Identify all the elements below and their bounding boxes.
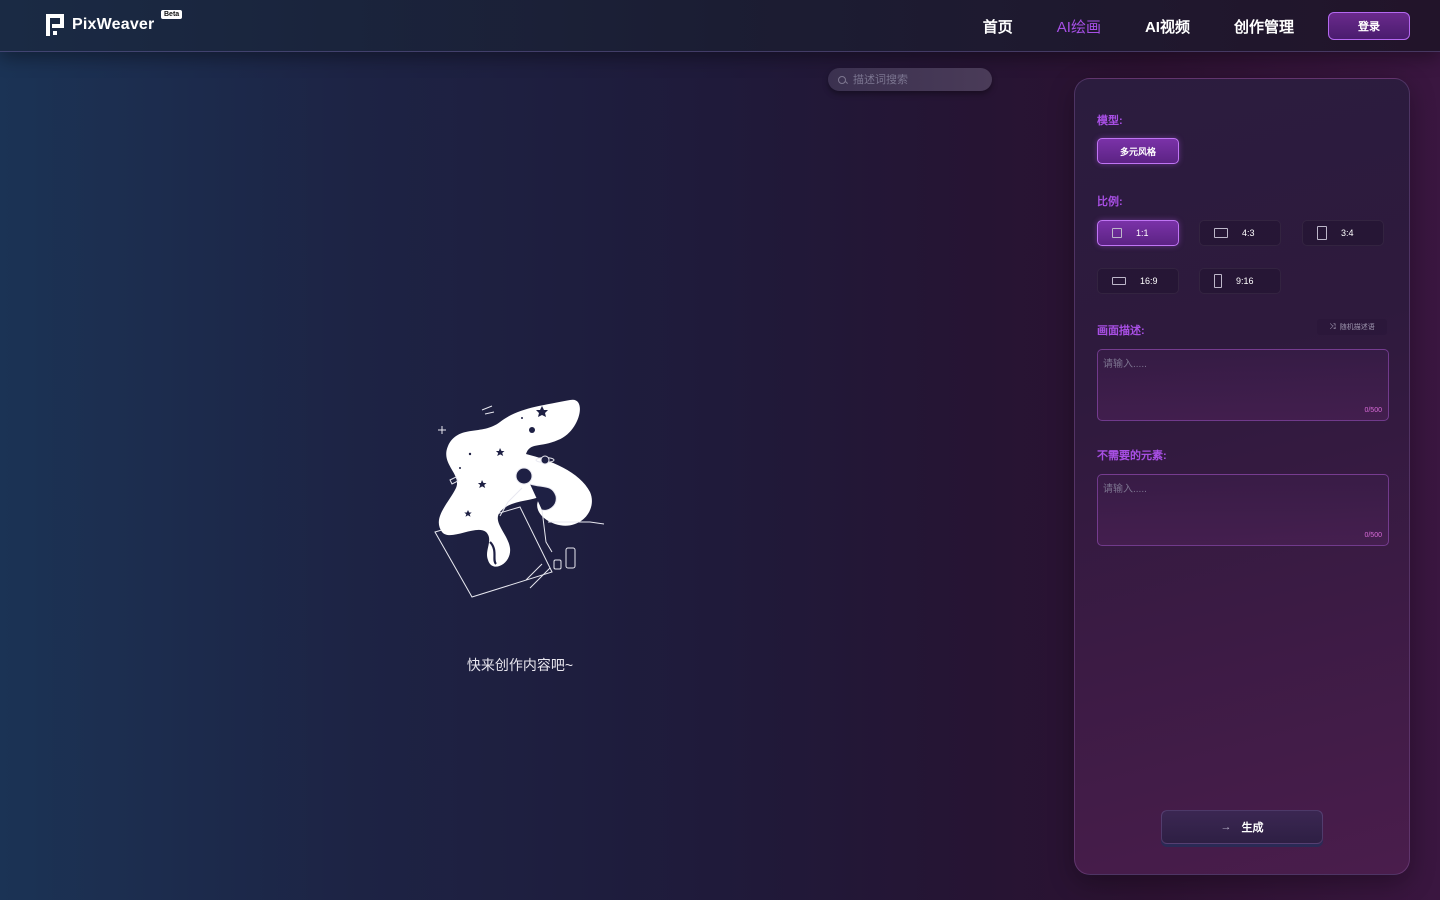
model-option-multi-style[interactable]: 多元风格 (1097, 138, 1179, 164)
shuffle-icon: ⤨ (1329, 322, 1336, 331)
ratio-label: 比例: (1097, 196, 1123, 208)
ratio-option-3-4[interactable]: 3:4 (1302, 220, 1384, 246)
empty-state-illustration (434, 399, 605, 598)
nav-creation-management[interactable]: 创作管理 (1234, 16, 1294, 37)
login-button[interactable]: 登录 (1328, 12, 1410, 40)
negative-elements-label: 不需要的元素: (1097, 450, 1167, 462)
description-input[interactable] (1103, 355, 1383, 403)
search-input[interactable] (853, 73, 983, 86)
random-description-label: 随机描述语 (1339, 324, 1375, 331)
main-nav: 首页 AI绘画 AI视频 创作管理 (939, 16, 1294, 37)
nav-ai-video[interactable]: AI视频 (1145, 16, 1190, 37)
nav-ai-painting[interactable]: AI绘画 (1057, 16, 1101, 37)
empty-state-message: 快来创作内容吧~ (466, 657, 574, 673)
negative-elements-input[interactable] (1103, 480, 1383, 528)
description-label: 画面描述: (1097, 325, 1145, 337)
ratio-option-label: 1:1 (1136, 228, 1149, 238)
wide-ratio-icon (1112, 277, 1126, 285)
negative-char-counter: 0/500 (1364, 532, 1382, 539)
model-label: 模型: (1097, 115, 1123, 127)
square-ratio-icon (1112, 228, 1122, 238)
brand-logo[interactable]: PixWeaver (46, 14, 154, 36)
arrow-right-icon: → (1220, 821, 1232, 833)
ratio-option-label: 4:3 (1242, 228, 1255, 238)
portrait-ratio-icon (1317, 226, 1327, 240)
description-char-counter: 0/500 (1364, 407, 1382, 414)
landscape-ratio-icon (1214, 228, 1228, 238)
prompt-search-bar[interactable] (828, 68, 992, 91)
ratio-option-label: 16:9 (1140, 276, 1158, 286)
beta-badge: Beta (161, 10, 183, 19)
ratio-option-16-9[interactable]: 16:9 (1097, 268, 1179, 294)
random-description-button[interactable]: ⤨ 随机描述语 (1317, 319, 1387, 335)
search-icon (838, 75, 846, 84)
brand-name: PixWeaver (72, 16, 155, 33)
top-navigation-bar: PixWeaver Beta 首页 AI绘画 AI视频 创作管理 登录 (0, 0, 1440, 52)
nav-home[interactable]: 首页 (983, 16, 1013, 37)
ratio-option-label: 3:4 (1341, 228, 1354, 238)
negative-elements-field[interactable]: 0/500 (1097, 474, 1389, 546)
ratio-option-4-3[interactable]: 4:3 (1199, 220, 1281, 246)
ratio-option-9-16[interactable]: 9:16 (1199, 268, 1281, 294)
pixweaver-logo-icon (46, 14, 66, 36)
generate-button-label: 生成 (1241, 822, 1264, 834)
tall-ratio-icon (1214, 274, 1222, 288)
generate-button[interactable]: → 生成 (1161, 810, 1323, 844)
description-field[interactable]: 0/500 (1097, 349, 1389, 421)
ratio-option-1-1[interactable]: 1:1 (1097, 220, 1179, 246)
ratio-option-label: 9:16 (1236, 276, 1254, 286)
generation-settings-panel: 模型: 多元风格 比例: 1:1 4:3 3:4 16:9 9:16 画面描述:… (1074, 78, 1410, 875)
